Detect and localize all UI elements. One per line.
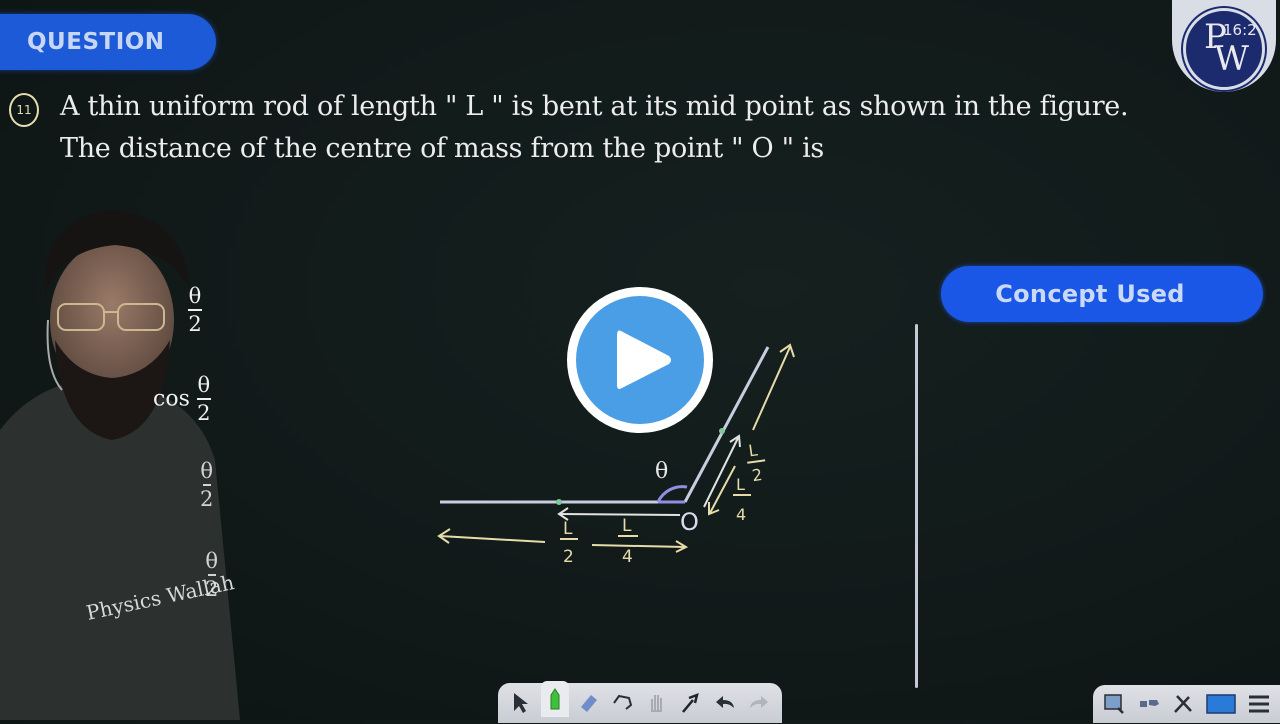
video-play-button[interactable] <box>567 287 713 433</box>
redo-icon <box>750 696 768 708</box>
frac-num: θ <box>200 459 214 483</box>
select-tool-button[interactable] <box>507 689 535 717</box>
label-l-over-2-inclined: L 2 <box>747 440 766 485</box>
frac-num: θ <box>205 549 219 573</box>
dimension-l4-inclined <box>709 465 736 514</box>
question-line-2: The distance of the centre of mass from … <box>60 133 824 164</box>
screen-button[interactable] <box>1204 690 1238 718</box>
option-fragment-1: θ 2 <box>188 285 202 335</box>
timestamp-overlay: 16:2 <box>1223 21 1257 39</box>
cos-label: cos <box>153 386 190 412</box>
option-fragment-4: θ 2 <box>205 550 218 600</box>
midpoint-marker-inclined <box>719 428 725 434</box>
frac-den: 2 <box>200 487 214 511</box>
svg-text:L: L <box>747 440 759 460</box>
option-fragment-3: θ 2 <box>200 460 213 510</box>
arrow-l4-inclined <box>703 437 739 508</box>
label-l-over-4-horizontal: L 4 <box>618 516 638 567</box>
frac-num: θ <box>197 373 211 397</box>
midpoint-marker-horizontal <box>556 499 562 505</box>
screen-icon <box>1206 694 1236 714</box>
concept-used-label: Concept Used <box>995 280 1185 308</box>
frac-den: 2 <box>197 401 211 425</box>
question-text: A thin uniform rod of length " L " is be… <box>60 86 1210 170</box>
undo-icon <box>716 696 734 708</box>
menu-button[interactable] <box>1245 690 1273 718</box>
svg-text:L: L <box>563 519 573 539</box>
hand-tool-button[interactable] <box>643 689 671 717</box>
laser-pointer-button[interactable] <box>677 689 705 717</box>
arrow-l4-horizontal <box>559 513 681 516</box>
pw-logo: P 16:2 W <box>1172 0 1276 92</box>
frac-num: θ <box>188 284 202 308</box>
svg-text:2: 2 <box>563 547 574 567</box>
fraction: θ 2 <box>205 550 218 600</box>
fraction: θ 2 <box>196 373 211 425</box>
menu-icon <box>1248 695 1269 713</box>
shapes-button[interactable] <box>1135 690 1163 718</box>
pen-icon <box>550 688 560 710</box>
svg-text:4: 4 <box>622 547 633 567</box>
question-number: 11 <box>9 93 39 127</box>
fraction: θ 2 <box>188 285 202 335</box>
question-badge: QUESTION <box>0 14 216 70</box>
angle-arc <box>656 485 688 503</box>
shapes-icon <box>1139 700 1159 707</box>
lasso-tool-button[interactable] <box>609 689 637 717</box>
label-l-over-4-inclined: L 4 <box>733 475 751 524</box>
tools-button[interactable] <box>1169 690 1197 718</box>
dimension-l2-horizontal-left <box>439 535 546 543</box>
dimension-l4-horizontal-right <box>591 544 686 548</box>
lasso-icon <box>613 694 633 710</box>
logo-letter-w: W <box>1214 39 1249 79</box>
concept-used-button[interactable]: Concept Used <box>941 266 1263 322</box>
point-o-label: O <box>680 508 699 536</box>
drawing-toolbar <box>498 681 782 723</box>
panel-divider <box>915 324 918 688</box>
redo-button[interactable] <box>745 689 773 717</box>
svg-text:2: 2 <box>751 465 764 485</box>
pw-logo-emblem: P 16:2 W <box>1183 8 1265 90</box>
svg-text:4: 4 <box>736 505 746 524</box>
laser-pointer-icon <box>682 692 699 713</box>
play-button-circle <box>576 296 704 424</box>
zoom-area-icon <box>1104 694 1125 714</box>
pen-tool-button[interactable] <box>541 681 569 717</box>
dimension-l2-inclined <box>752 346 791 431</box>
hand-icon <box>651 695 662 712</box>
play-icon <box>617 330 671 389</box>
label-l-over-2-horizontal: L 2 <box>560 519 578 567</box>
cursor-arrow-icon <box>514 693 528 713</box>
angle-label: θ <box>655 459 668 484</box>
svg-text:L: L <box>622 516 632 536</box>
svg-text:L: L <box>736 475 745 494</box>
eraser-icon <box>581 695 597 712</box>
tools-icon <box>1174 695 1193 713</box>
undo-button[interactable] <box>711 689 739 717</box>
frac-den: 2 <box>205 577 219 601</box>
zoom-area-button[interactable] <box>1100 690 1128 718</box>
question-line-1: A thin uniform rod of length " L " is be… <box>60 91 1129 122</box>
eraser-tool-button[interactable] <box>575 689 603 717</box>
option-fragment-2: cos θ 2 <box>153 374 211 424</box>
fraction: θ 2 <box>200 460 213 510</box>
frac-den: 2 <box>188 312 202 336</box>
utility-toolbar <box>1093 685 1280 723</box>
question-badge-label: QUESTION <box>27 29 165 55</box>
